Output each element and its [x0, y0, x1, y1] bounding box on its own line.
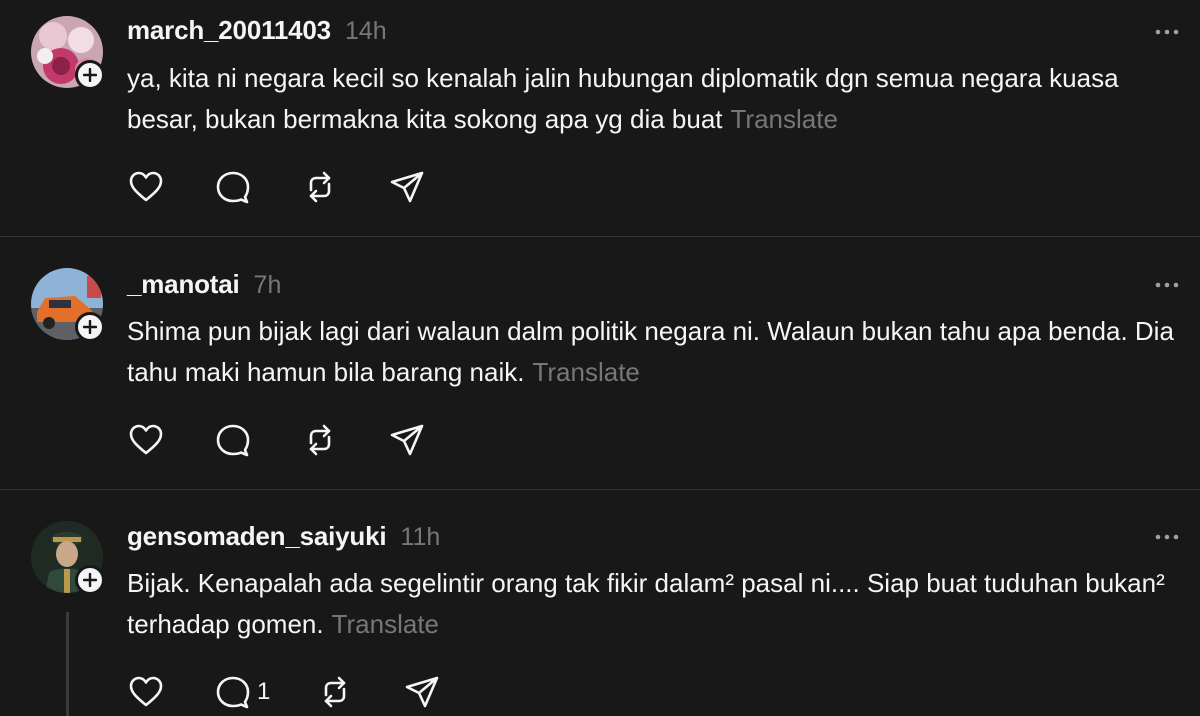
post-header: _manotai 7h — [127, 269, 281, 300]
translate-link[interactable]: Translate — [532, 357, 639, 387]
send-icon — [390, 424, 424, 456]
reply-button[interactable]: 1 — [215, 675, 270, 709]
timestamp[interactable]: 11h — [400, 523, 440, 552]
like-button[interactable] — [128, 170, 164, 204]
reply-count: 1 — [257, 678, 271, 705]
translate-link[interactable]: Translate — [332, 609, 439, 639]
reply-button[interactable] — [215, 170, 251, 204]
post-text: ya, kita ni negara kecil so kenalah jali… — [127, 63, 1119, 134]
action-bar — [128, 170, 476, 204]
post-text: Shima pun bijak lagi dari walaun dalm po… — [127, 316, 1174, 387]
timestamp[interactable]: 7h — [254, 271, 282, 300]
repost-button[interactable] — [302, 423, 338, 457]
action-bar: 1 — [128, 675, 491, 709]
username[interactable]: gensomaden_saiyuki — [127, 521, 387, 552]
repost-icon — [309, 171, 331, 203]
heart-icon — [129, 424, 163, 455]
follow-button[interactable] — [75, 312, 105, 342]
username[interactable]: march_20011403 — [127, 15, 331, 46]
send-icon — [390, 171, 424, 203]
comment-icon — [216, 424, 250, 457]
avatar-container — [31, 268, 105, 342]
plus-icon — [83, 573, 97, 587]
plus-icon — [83, 68, 97, 82]
heart-icon — [129, 676, 163, 707]
post: gensomaden_saiyuki 11h Bijak. Kenapalah … — [0, 490, 1200, 716]
follow-button[interactable] — [75, 565, 105, 595]
repost-icon — [325, 676, 346, 708]
post-text-block: Bijak. Kenapalah ada segelintir orang ta… — [127, 563, 1187, 645]
more-button[interactable] — [1152, 275, 1182, 295]
post-text: Bijak. Kenapalah ada segelintir orang ta… — [127, 568, 1165, 639]
threads-feed: march_20011403 14h ya, kita ni negara ke… — [0, 0, 1200, 716]
post-header: gensomaden_saiyuki 11h — [127, 521, 440, 552]
heart-icon — [129, 171, 163, 202]
repost-button[interactable] — [302, 170, 338, 204]
more-icon — [1155, 534, 1179, 540]
comment-icon — [216, 676, 250, 709]
follow-button[interactable] — [75, 60, 105, 90]
repost-icon — [309, 424, 331, 456]
post-text-block: Shima pun bijak lagi dari walaun dalm po… — [127, 311, 1187, 393]
translate-link[interactable]: Translate — [731, 104, 838, 134]
post-header: march_20011403 14h — [127, 15, 387, 46]
avatar-container — [31, 16, 105, 90]
thread-line — [66, 612, 69, 716]
share-button[interactable] — [404, 675, 440, 709]
timestamp[interactable]: 14h — [345, 17, 387, 46]
send-icon — [406, 676, 439, 708]
reply-button[interactable] — [215, 423, 251, 457]
more-button[interactable] — [1152, 22, 1182, 42]
avatar-container — [31, 521, 105, 595]
username[interactable]: _manotai — [127, 269, 240, 300]
plus-icon — [83, 320, 97, 334]
comment-icon — [216, 171, 250, 204]
like-button[interactable] — [128, 675, 164, 709]
more-button[interactable] — [1152, 527, 1182, 547]
post: _manotai 7h Shima pun bijak lagi dari wa… — [0, 237, 1200, 489]
post: march_20011403 14h ya, kita ni negara ke… — [0, 0, 1200, 236]
more-icon — [1155, 282, 1179, 288]
share-button[interactable] — [389, 170, 425, 204]
share-button[interactable] — [389, 423, 425, 457]
more-icon — [1155, 29, 1179, 35]
like-button[interactable] — [128, 423, 164, 457]
post-text-block: ya, kita ni negara kecil so kenalah jali… — [127, 58, 1187, 140]
repost-button[interactable] — [317, 675, 353, 709]
action-bar — [128, 423, 476, 457]
